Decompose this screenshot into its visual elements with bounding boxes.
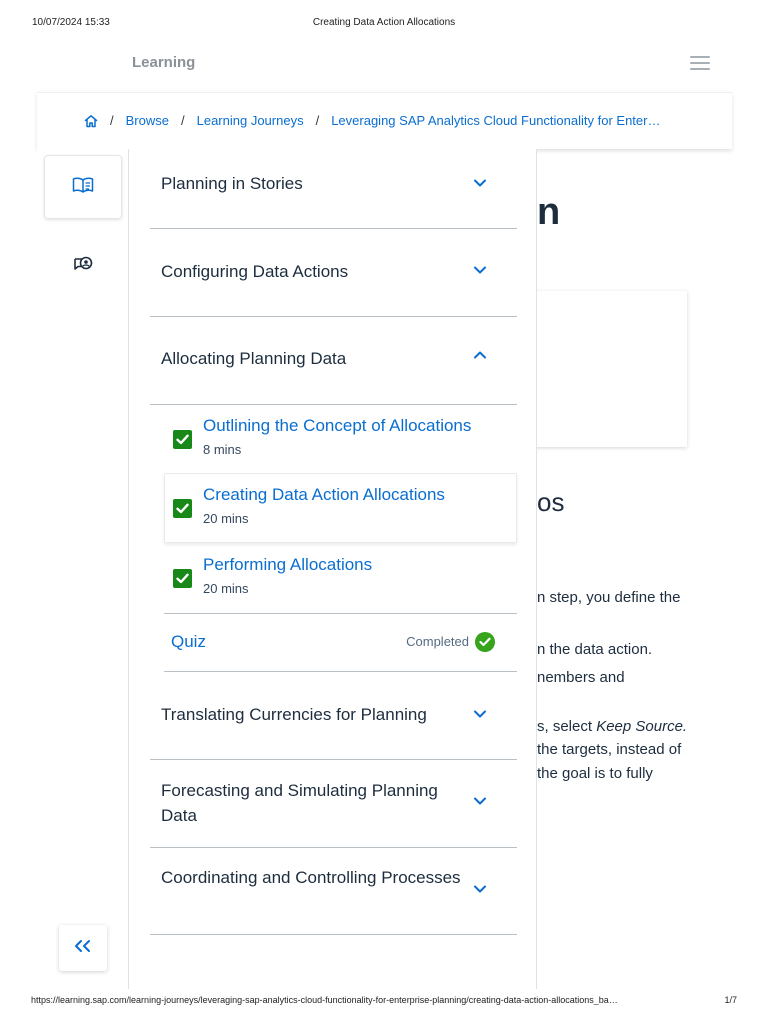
quiz-label[interactable]: Quiz: [171, 632, 206, 652]
breadcrumb: / Browse / Learning Journeys / Leveragin…: [84, 113, 660, 128]
lesson-text-fragment: nembers and: [537, 669, 625, 686]
section-label: Coordinating and Controlling Processes: [161, 868, 461, 887]
section-label: Configuring Data Actions: [161, 262, 349, 281]
lesson-item[interactable]: Performing Allocations 20 mins: [165, 544, 517, 613]
double-chevron-left-icon: [73, 939, 93, 958]
lesson-item[interactable]: Outlining the Concept of Allocations 8 m…: [165, 405, 517, 474]
background-lesson-content: n os n step, you define the n the data a…: [537, 149, 732, 989]
rail-content-button[interactable]: [44, 155, 122, 219]
checkbox-checked-icon: [173, 499, 192, 518]
rail-discussion-button[interactable]: [44, 235, 122, 299]
lesson-duration: 20 mins: [203, 511, 249, 526]
section-translating-currencies[interactable]: Translating Currencies for Planning: [150, 672, 517, 760]
section-forecasting-and-simulating[interactable]: Forecasting and Simulating Planning Data: [150, 760, 517, 848]
lesson-title[interactable]: Performing Allocations: [203, 555, 372, 575]
lesson-subheading-fragment: os: [537, 487, 565, 517]
chevron-down-icon[interactable]: [473, 263, 487, 277]
lesson-title[interactable]: Outlining the Concept of Allocations: [203, 416, 471, 436]
left-rail: [37, 149, 129, 989]
chevron-down-icon[interactable]: [473, 794, 487, 808]
section-label: Allocating Planning Data: [161, 349, 347, 368]
lesson-heading-fragment: n: [537, 191, 561, 233]
hamburger-icon[interactable]: [690, 56, 710, 72]
section-configuring-data-actions[interactable]: Configuring Data Actions: [150, 229, 517, 317]
lesson-text-fragment: the goal is to fully: [537, 765, 653, 782]
lesson-text-fragment: s, select Keep Source.: [537, 718, 688, 735]
section-label: Planning in Stories: [161, 174, 303, 193]
chevron-down-icon[interactable]: [473, 882, 487, 896]
breadcrumb-separator: /: [180, 113, 185, 128]
lesson-item-current[interactable]: Creating Data Action Allocations 20 mins: [164, 473, 517, 543]
chevron-up-icon[interactable]: [473, 348, 487, 362]
lesson-duration: 20 mins: [203, 581, 249, 596]
print-page-number: 1/7: [724, 995, 737, 1005]
chevron-down-icon[interactable]: [473, 707, 487, 721]
section-planning-in-stories[interactable]: Planning in Stories: [150, 149, 517, 229]
quiz-status: Completed: [406, 634, 469, 649]
checkbox-checked-icon: [173, 430, 192, 449]
section-coordinating-and-controlling[interactable]: Coordinating and Controlling Processes: [150, 848, 517, 935]
home-icon[interactable]: [84, 114, 98, 128]
course-outline-panel: Planning in Stories Configuring Data Act…: [129, 149, 537, 989]
chevron-down-icon[interactable]: [473, 176, 487, 190]
breadcrumb-browse[interactable]: Browse: [126, 113, 169, 128]
lesson-text-fragment: n the data action.: [537, 641, 653, 658]
print-title: Creating Data Action Allocations: [312, 17, 456, 28]
discussion-icon: [73, 255, 93, 280]
section-allocating-planning-data[interactable]: Allocating Planning Data: [150, 317, 517, 405]
check-circle-icon: [475, 632, 495, 652]
breadcrumb-separator: /: [315, 113, 320, 128]
print-header: 10/07/2024 15:33 Creating Data Action Al…: [0, 17, 768, 31]
section-label: Forecasting and Simulating Planning Data: [161, 781, 438, 825]
breadcrumb-learning-journeys[interactable]: Learning Journeys: [197, 113, 304, 128]
print-footer: https://learning.sap.com/learning-journe…: [0, 995, 768, 1009]
lesson-title[interactable]: Creating Data Action Allocations: [203, 485, 445, 505]
breadcrumb-separator: /: [110, 113, 114, 128]
print-url: https://learning.sap.com/learning-journe…: [31, 995, 618, 1005]
lesson-duration: 8 mins: [203, 442, 242, 457]
breadcrumb-bar: / Browse / Learning Journeys / Leveragin…: [37, 92, 732, 149]
brand-logo[interactable]: Learning: [132, 54, 195, 71]
checkbox-checked-icon: [173, 569, 192, 588]
quiz-item[interactable]: Quiz Completed: [164, 613, 517, 672]
book-icon: [72, 177, 94, 198]
lesson-text-fragment: n step, you define the: [537, 589, 681, 606]
lesson-info-card: [537, 291, 687, 447]
collapse-sidebar-button[interactable]: [59, 925, 107, 971]
breadcrumb-current-journey[interactable]: Leveraging SAP Analytics Cloud Functiona…: [331, 113, 660, 128]
lesson-text-fragment: the targets, instead of: [537, 741, 682, 758]
section-label: Translating Currencies for Planning: [161, 705, 427, 724]
